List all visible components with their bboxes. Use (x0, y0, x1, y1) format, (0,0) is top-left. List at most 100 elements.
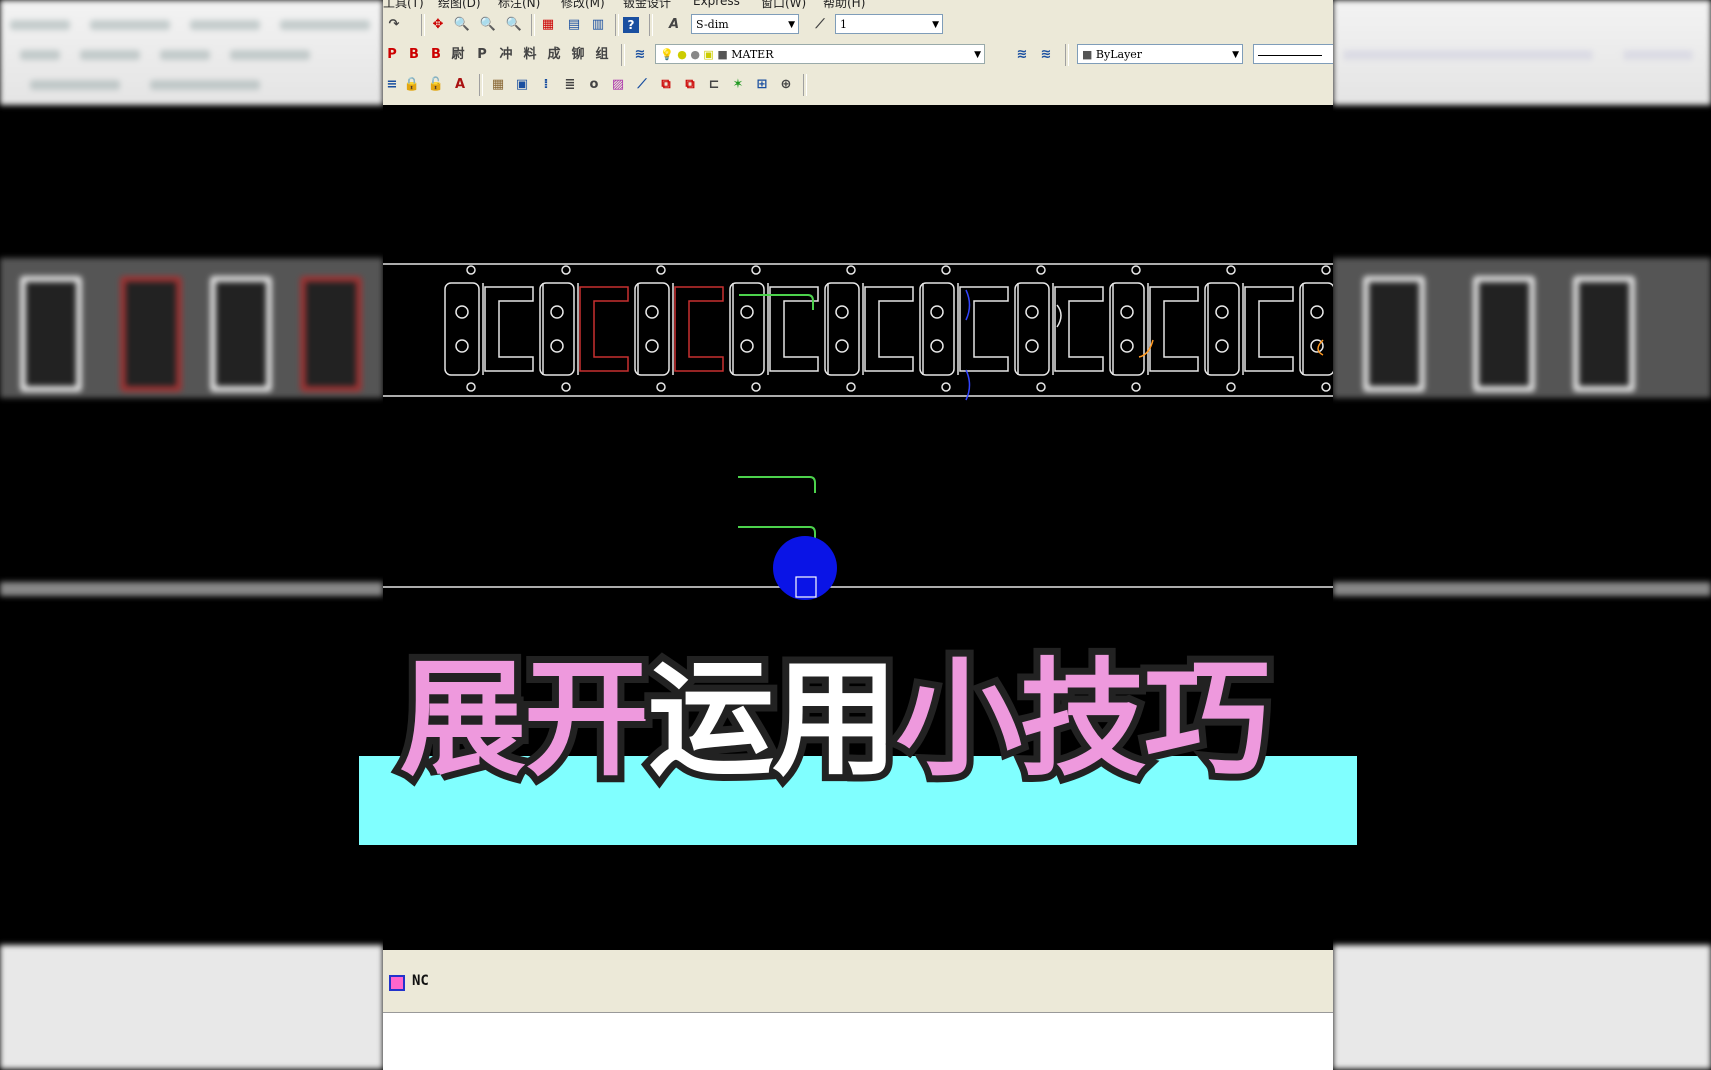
design-center-icon[interactable]: ▤ (565, 16, 583, 34)
link-bracket (484, 286, 534, 372)
blurred-line (1333, 582, 1711, 596)
menu-window[interactable]: 窗口(W) (761, 0, 806, 10)
menu-sheetmetal[interactable]: 钣金设计 (623, 0, 671, 10)
rail-hole (1131, 382, 1141, 392)
rail-hole (1036, 382, 1046, 392)
array-icon[interactable]: ⁞ (537, 76, 555, 94)
dim-scale-select[interactable]: 1 ▼ (835, 14, 943, 34)
text-edit-icon[interactable]: A (451, 76, 469, 94)
caption-part-2: 运用 (641, 643, 905, 797)
blurred-status (0, 945, 383, 1069)
layer-value: MATER (731, 48, 774, 61)
tool-wand-icon[interactable]: ✶ (729, 76, 747, 94)
rail-hole (561, 382, 571, 392)
link-plate (1014, 282, 1050, 376)
make-current-icon[interactable]: ≋ (1013, 46, 1031, 64)
color-select[interactable]: ■ ByLayer ▼ (1077, 44, 1243, 64)
menu-modify[interactable]: 修改(M) (561, 0, 605, 10)
link-hole (550, 305, 564, 319)
rail-hole (1226, 265, 1236, 275)
bend-mark (1056, 304, 1062, 328)
sheetmetal-p-icon[interactable]: P (383, 46, 401, 64)
rail-hole (846, 382, 856, 392)
link-hole (1120, 305, 1134, 319)
target-icon[interactable]: ⊕ (777, 76, 795, 94)
copy-object-icon[interactable]: ⧉ (657, 76, 675, 94)
link-bracket (1054, 286, 1104, 372)
block-icon[interactable]: ▣ (513, 76, 531, 94)
rail-hole (1131, 265, 1141, 275)
punch-icon[interactable]: 冲 (497, 46, 515, 64)
count-icon[interactable]: ≣ (561, 76, 579, 94)
text-style-icon[interactable]: A (665, 16, 683, 34)
cursor-blob (773, 536, 837, 600)
dim-scale-value: 1 (840, 18, 847, 31)
toolbar-row-2: P B B 尉 P 冲 料 成 铆 组 ≋ 💡 ● ● ▣ ■ MATER ▼ … (383, 40, 1333, 70)
properties-icon[interactable]: ▦ (539, 16, 557, 34)
link-hole (1310, 305, 1324, 319)
layer-manager-icon[interactable]: ≋ (631, 46, 649, 64)
rivet-icon[interactable]: 铆 (569, 46, 587, 64)
sheetmetal-b-icon[interactable]: B (405, 46, 423, 64)
sheetmetal-prs-icon[interactable]: P (473, 46, 491, 64)
zoom-realtime-icon[interactable]: 🔍 (453, 16, 471, 34)
region-icon[interactable]: ▨ (609, 76, 627, 94)
link-plate (1109, 282, 1145, 376)
text-style-select[interactable]: S-dim ▼ (691, 14, 799, 34)
right-blurred-background (1333, 0, 1711, 1069)
link-bracket (1149, 286, 1199, 372)
link-bracket (1244, 286, 1294, 372)
linetype-select[interactable] (1253, 44, 1333, 64)
line-draw-icon[interactable]: ⟋ (633, 76, 651, 94)
unlock-tool-icon[interactable]: 🔓 (427, 76, 445, 94)
link-hole (740, 339, 754, 353)
nc-label[interactable]: NC (412, 973, 429, 989)
tool-palette-icon[interactable]: ▥ (589, 16, 607, 34)
link-bracket (959, 286, 1009, 372)
group-icon[interactable]: 组 (593, 46, 611, 64)
link-hole (1025, 305, 1039, 319)
paste-object-icon[interactable]: ⧉ (681, 76, 699, 94)
command-line[interactable] (383, 1012, 1333, 1070)
rail-hole (1036, 265, 1046, 275)
form-icon[interactable]: 成 (545, 46, 563, 64)
layer-previous-icon[interactable]: ≋ (1037, 46, 1055, 64)
link-hole (645, 305, 659, 319)
link-bracket (769, 286, 819, 372)
hatch-icon[interactable]: ≡ (383, 76, 401, 94)
menu-help[interactable]: 帮助(H) (823, 0, 865, 10)
measure-icon[interactable]: о (585, 76, 603, 94)
material-icon[interactable]: 料 (521, 46, 539, 64)
blurred-line (0, 582, 383, 596)
table-icon[interactable]: ▦ (489, 76, 507, 94)
link-hole (740, 305, 754, 319)
rail-hole (846, 265, 856, 275)
redo-icon[interactable]: ↷ (385, 16, 403, 34)
nc-icon[interactable] (389, 975, 405, 991)
menu-express[interactable]: Express (693, 0, 740, 8)
caption-part-3: 小技巧 (889, 643, 1277, 797)
zoom-previous-icon[interactable]: 🔍 (505, 16, 523, 34)
menu-dimension[interactable]: 标注(N) (498, 0, 540, 10)
green-polyline-group (738, 294, 816, 543)
sheetmetal-layout-icon[interactable]: 尉 (449, 46, 467, 64)
grid-icon[interactable]: ⊞ (753, 76, 771, 94)
zoom-window-icon[interactable]: 🔍 (479, 16, 497, 34)
link-hole (1025, 339, 1039, 353)
menu-draw[interactable]: 绘图(D) (438, 0, 481, 10)
layer-select[interactable]: 💡 ● ● ▣ ■ MATER ▼ (655, 44, 985, 64)
freeze-icon: ● (690, 48, 700, 61)
blurred-drawing-strip (0, 258, 383, 398)
rail-hole (1321, 382, 1331, 392)
lock-tool-icon[interactable]: 🔒 (403, 76, 421, 94)
color-swatch-icon: ■ (717, 48, 728, 61)
rail-hole (941, 265, 951, 275)
link-hole (455, 339, 469, 353)
bracket-icon[interactable]: ⊏ (705, 76, 723, 94)
pan-icon[interactable]: ✥ (429, 16, 447, 34)
menu-tools[interactable]: 工具(T) (383, 0, 424, 10)
sheetmetal-b2-icon[interactable]: B (427, 46, 445, 64)
dim-style-icon[interactable]: ⟋ (811, 16, 829, 34)
menu-bar: 工具(T) 绘图(D) 标注(N) 修改(M) 钣金设计 Express 窗口(… (383, 0, 1333, 10)
help-icon[interactable]: ? (623, 17, 639, 33)
